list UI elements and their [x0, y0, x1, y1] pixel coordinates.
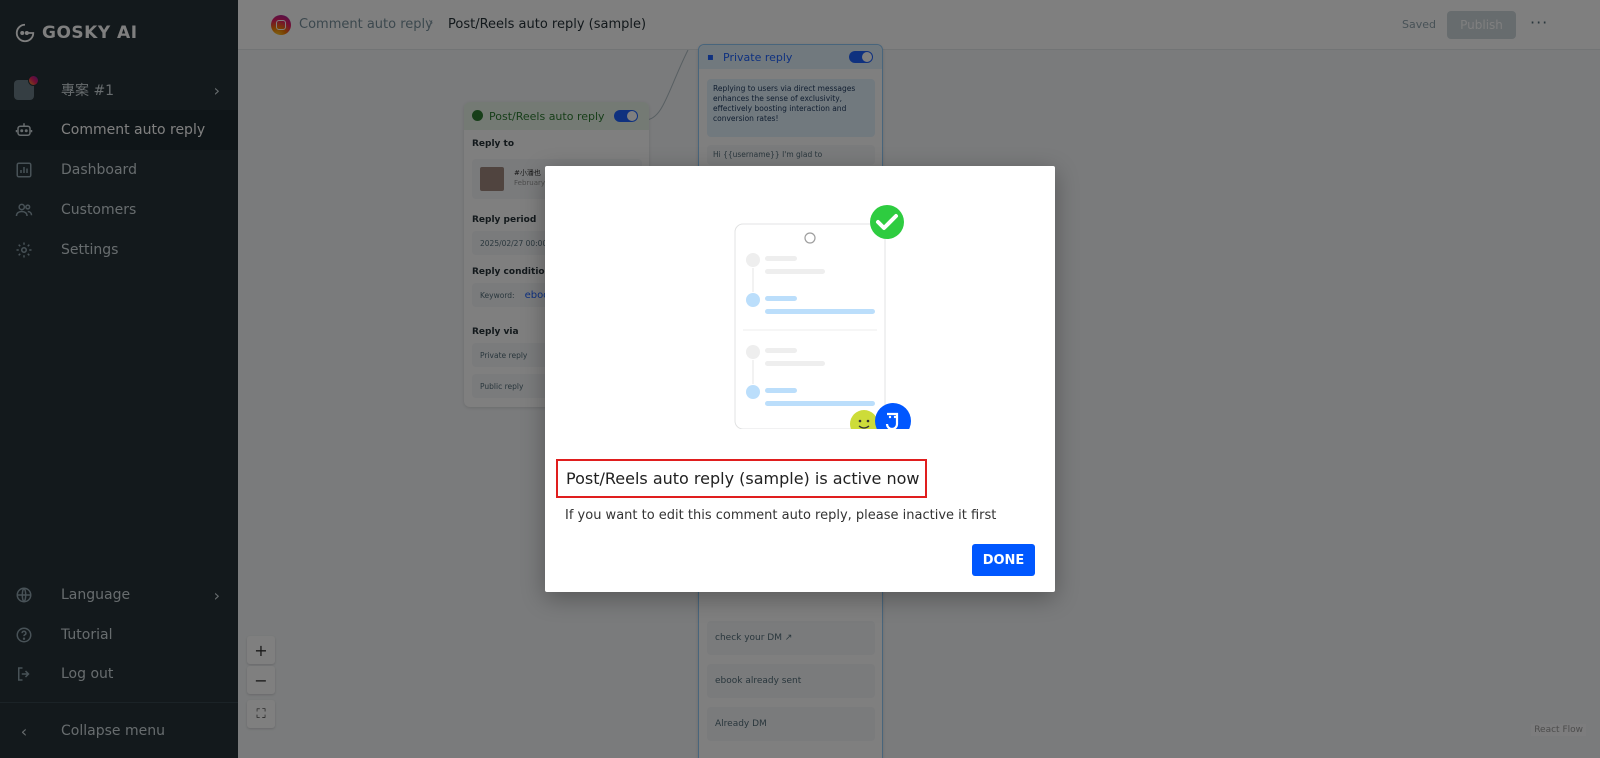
modal-title-text: Post/Reels auto reply (sample) is active…	[566, 469, 920, 488]
modal-title: Post/Reels auto reply (sample) is active…	[556, 459, 927, 498]
done-button[interactable]: DONE	[972, 544, 1035, 576]
modal-description: If you want to edit this comment auto re…	[565, 508, 997, 523]
threads-illustration	[734, 205, 911, 429]
active-notice-modal: Post/Reels auto reply (sample) is active…	[545, 166, 1055, 592]
